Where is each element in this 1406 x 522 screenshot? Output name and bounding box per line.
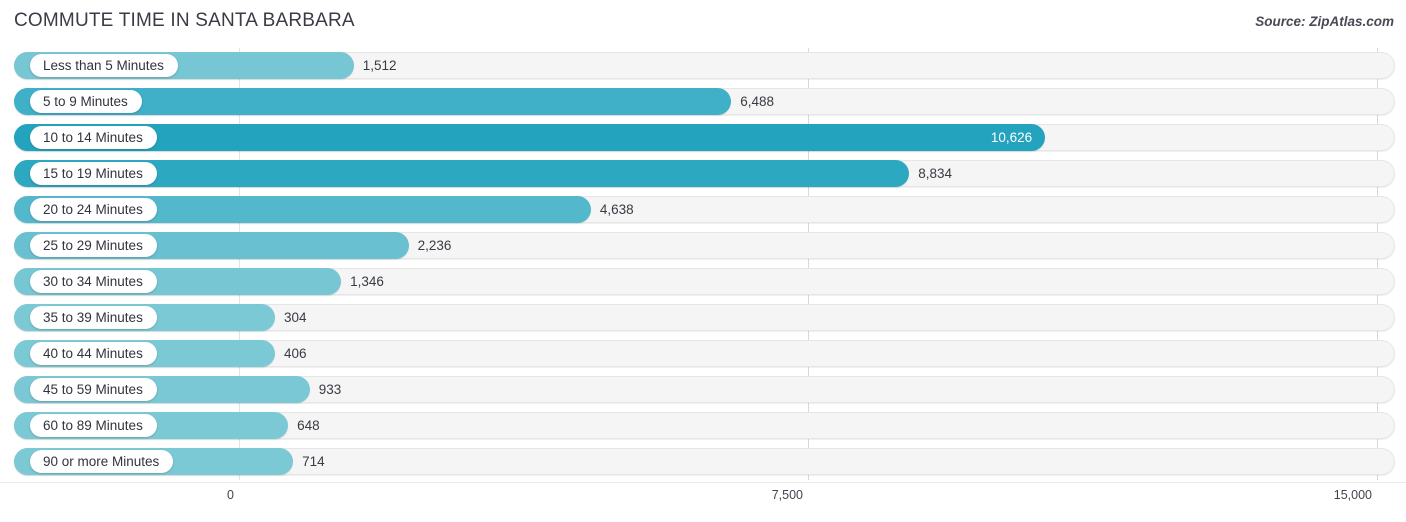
- bar-row[interactable]: 30 to 34 Minutes 1,346: [0, 264, 1406, 300]
- chart-container: COMMUTE TIME IN SANTA BARBARA Source: Zi…: [0, 0, 1406, 522]
- bar-label-pill: Less than 5 Minutes: [30, 54, 178, 77]
- bar-label-pill: 60 to 89 Minutes: [30, 414, 157, 437]
- bar-value-label: 714: [302, 454, 325, 469]
- bar-value-label: 406: [284, 346, 307, 361]
- bar-row[interactable]: 5 to 9 Minutes 6,488: [0, 84, 1406, 120]
- bar-row[interactable]: 15 to 19 Minutes 8,834: [0, 156, 1406, 192]
- page-title: COMMUTE TIME IN SANTA BARBARA: [14, 10, 355, 31]
- bar-label-pill: 35 to 39 Minutes: [30, 306, 157, 329]
- bar-value-label: 648: [297, 418, 320, 433]
- bar-label-pill: 25 to 29 Minutes: [30, 234, 157, 257]
- bar-value-label: 933: [318, 382, 342, 397]
- source-attribution: Source: ZipAtlas.com: [1255, 14, 1394, 29]
- bar-value-label: 2,236: [417, 238, 452, 253]
- bar-row[interactable]: 45 to 59 Minutes 933: [0, 372, 1406, 408]
- bar-row[interactable]: Less than 5 Minutes 1,512: [0, 48, 1406, 84]
- bar-label-pill: 15 to 19 Minutes: [30, 162, 157, 185]
- bar-value-label: 1,346: [350, 274, 384, 289]
- bar-label-pill: 90 or more Minutes: [30, 450, 174, 473]
- axis-tick-7500: 7,500: [771, 488, 803, 502]
- axis-tick-0: 0: [227, 488, 234, 502]
- plot-area: Less than 5 Minutes 1,512 5 to 9 Minutes 6,…: [0, 48, 1406, 488]
- bar-value-label: 304: [284, 310, 307, 325]
- bar[interactable]: [14, 124, 1046, 151]
- axis-separator: [0, 482, 1406, 483]
- bar-rows: Less than 5 Minutes 1,512 5 to 9 Minutes 6,…: [0, 48, 1406, 480]
- bar-value-label: 6,488: [740, 94, 775, 109]
- bar-value-label: 1,512: [362, 58, 397, 73]
- bar-value-label: 10,626: [990, 130, 1033, 145]
- bar-row[interactable]: 60 to 89 Minutes 648: [0, 408, 1406, 444]
- bar-row[interactable]: 25 to 29 Minutes 2,236: [0, 228, 1406, 264]
- bar-value-label: 4,638: [599, 202, 634, 217]
- bar-row[interactable]: 35 to 39 Minutes 304: [0, 300, 1406, 336]
- bar-row[interactable]: 90 or more Minutes 714: [0, 444, 1406, 480]
- bar-label-pill: 45 to 59 Minutes: [30, 378, 157, 401]
- bar-label-pill: 10 to 14 Minutes: [30, 126, 157, 149]
- bar-row[interactable]: 20 to 24 Minutes 4,638: [0, 192, 1406, 228]
- bar-label-pill: 5 to 9 Minutes: [30, 90, 142, 113]
- bar-label-pill: 30 to 34 Minutes: [30, 270, 157, 293]
- bar-value-label: 8,834: [918, 166, 952, 181]
- bar-row[interactable]: 40 to 44 Minutes 406: [0, 336, 1406, 372]
- x-axis: 0 7,500 15,000: [0, 482, 1406, 514]
- bar-label-pill: 40 to 44 Minutes: [30, 342, 157, 365]
- axis-tick-15000: 15,000: [1333, 488, 1372, 502]
- bar-label-pill: 20 to 24 Minutes: [30, 198, 157, 221]
- bar-row[interactable]: 10 to 14 Minutes 10,626: [0, 120, 1406, 156]
